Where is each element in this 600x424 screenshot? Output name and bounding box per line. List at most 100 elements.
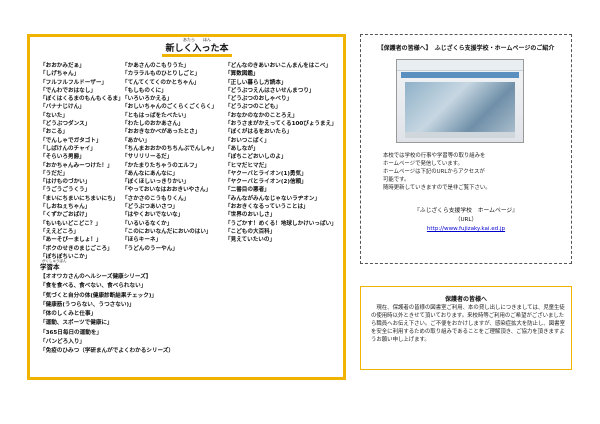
- notice-line: 可能です。: [383, 177, 410, 184]
- book-title-item: 「ないた」: [40, 112, 68, 119]
- book-title-item: 「運動、スポーツで健康に」: [40, 320, 113, 327]
- book-title-item: 【オオワカさんのヘルシーズ健康シリーズ】: [40, 274, 152, 280]
- book-title-item: 「どうぶつえんはさいせんまつり」: [225, 87, 315, 94]
- book-title-item: 「どうぶつのおしゃべり」: [225, 96, 293, 103]
- book-title-item: 「ヤクーバとライオン(1)勇気」: [225, 170, 307, 177]
- book-title-item: 「まいにちまいにちまいにち」: [40, 195, 119, 202]
- book-title-item: 「はけものづかい」: [40, 179, 91, 186]
- book-title-item: 「ともはっぱをたべたい」: [122, 112, 190, 119]
- book-title-item: 「いろいろかえる」: [122, 96, 173, 103]
- homepage-url-label: （URL）: [454, 217, 478, 223]
- notice-line: ホームページは下記のURLからアクセスが: [383, 169, 485, 176]
- book-title-item: 「健康筋(うつらない、うつさない)」: [40, 301, 135, 308]
- book-title-item: 「あかい」: [122, 137, 150, 144]
- book-title-item: 「みんながみんなじゃないラヂオン」: [225, 195, 321, 202]
- book-title-item: 「ヤクーバとライオン(2)信頼」: [225, 179, 307, 186]
- book-title-item: 「てんてくてくのかとちゃん」: [122, 79, 200, 86]
- guardians-notice-title: 保護者の皆様へ: [444, 296, 487, 303]
- notice-line: 随時更新していきますので是非ご覧下さい。: [383, 185, 491, 192]
- book-title-item: 「フルフルフルドーザー」: [40, 79, 108, 86]
- book-title-item: 「世界のおいしさ」: [225, 212, 276, 219]
- homepage-url-link[interactable]: http://www.fujizaky.kai.ed.jp: [361, 225, 571, 233]
- notice-line: 本校では学校の行事や学習等の取り組みを: [383, 153, 486, 159]
- book-title-item: 「おおかみだぁ」: [40, 63, 85, 69]
- book-title-item: 「どうぶつあいさつ」: [122, 204, 178, 211]
- guardians-notice-body: 現在、保護者の皆様の図書室ご利用、本の貸し出しにつきましては、児童生徒の使用時以…: [371, 305, 565, 343]
- book-column-1: 「おおかみだぁ」 「しげちゃん」 「フルフルフルドーザー」 「でんわでおはなし」「ぼく…: [40, 62, 132, 261]
- homepage-notice-body: 本校では学校の行事や学習等の取り組みを ホームページで発信しています。 ホームページ…: [383, 152, 561, 192]
- book-title-item: 「気づくと自分の体(健康診断結果チェック)」: [40, 292, 157, 299]
- book-title-item: 「しばけんのチャイ」: [40, 145, 96, 152]
- new-books-frame: あたら ほん 新しく入った本 「おおかみだぁ」 「しげちゃん」 「フルフルフルドーザ…: [27, 34, 346, 380]
- book-title-item: 「かあさんのこもりうた」: [122, 63, 190, 69]
- book-title-item: 「はやくおいでないな」: [122, 212, 184, 219]
- book-title-item: 「どうぶつダンス」: [40, 121, 91, 128]
- book-column-2: 「かあさんのこもりうた」「カララルものひとりしごと」 「てんてくてくのかとちゃん」…: [122, 62, 226, 253]
- book-title-item: 「バナナじけん」: [40, 104, 85, 111]
- book-title-item: 「うごうごうくう」: [40, 187, 91, 194]
- book-title-item: 「もいもいどこどこ？」: [40, 220, 101, 227]
- thumb-nav: [401, 72, 519, 78]
- book-title-item: 「二番目の悪者」: [225, 187, 270, 194]
- book-title-item: 「おかちゃんみーつけた！」: [40, 162, 113, 169]
- study-books-section: がくしゅうぼん 学習本 【オオワカさんのヘルシーズ健康シリーズ】 「食を食べる、食…: [40, 259, 174, 357]
- book-title-item: 「食を食べる、食べない、食べられない」: [40, 283, 147, 290]
- homepage-notice-title: 【保護者の皆様へ】 ふじざくら支援学校・ホームページのご紹介: [377, 45, 555, 52]
- book-title-item: 「ボクのせきのまじごころ」: [40, 245, 113, 252]
- book-title-item: 「ヒマだヒマだ」: [225, 162, 270, 169]
- book-title-item: 「あしなが」: [225, 145, 259, 152]
- book-title-item: 「しげちゃん」: [40, 71, 80, 78]
- book-title-item: 「このにおいなんだにおいのはい」: [122, 228, 212, 235]
- book-title-item: 「ぼくほしいっきりかい」: [122, 179, 190, 186]
- book-title-item: 「ぼくがはるをおいたら」: [225, 129, 293, 136]
- book-title-item: 「カララルものひとりしごと」: [122, 71, 201, 78]
- book-title-item: 「ぼくはくるまのもんもくるま」: [40, 96, 124, 103]
- book-title-item: 「おおきくなるっていうことは」: [225, 204, 309, 211]
- book-title-item: 「さかさのこうもりくん」: [122, 195, 190, 202]
- book-title-item: 「バンどろ入り」: [40, 339, 86, 346]
- book-title-item: 「しおねぇちゃん」: [40, 204, 91, 211]
- book-title-item: 「365日毎日の運動を」: [40, 329, 103, 336]
- book-title-item: 「こどもの大百科」: [225, 228, 276, 235]
- book-title-item: 「おいつこばく」: [225, 137, 270, 144]
- book-title-item: 「そらいろ男爵」: [40, 154, 85, 161]
- book-title-item: 「ええどころ」: [40, 228, 79, 235]
- book-title-item: 「算数図鑑」: [225, 71, 259, 78]
- book-title-item: 「おこる」: [40, 129, 68, 136]
- book-title-item: 「でんわでおはなし」: [40, 87, 96, 94]
- book-title-item: 「サリリリーるだ」: [122, 154, 173, 161]
- book-title-item: 「おうさまがかえってくる100びょうまえ」: [225, 121, 337, 128]
- new-books-heading: あたら ほん 新しく入った本: [158, 37, 236, 57]
- book-title-item: 「免疫のひみつ（学研まんがでよくわかるシリーズ）: [40, 348, 174, 355]
- book-title-item: 「いるいるなくか」: [122, 220, 173, 227]
- book-title-item: 「どうぶつのこども」: [225, 104, 281, 111]
- thumb-browser-bar: [397, 60, 523, 71]
- thumb-hero-image: [405, 82, 515, 132]
- book-title-item: 「正しい暮らし方読本」: [225, 79, 287, 86]
- title-underline: [162, 54, 232, 57]
- book-title-item: 「うだだ」: [40, 170, 68, 177]
- book-title-item: 「ぼちこどおいしのよ」: [225, 154, 287, 161]
- notice-line: ホームページで発信しています。: [383, 161, 463, 168]
- book-title-item: 「うどんのうーやん」: [122, 245, 178, 252]
- book-title-item: 「やっておいなはおおきいやさん」: [122, 187, 212, 194]
- study-books-list: 【オオワカさんのヘルシーズ健康シリーズ】 「食を食べる、食べない、食べられない」「…: [40, 273, 174, 357]
- book-title-item: 「どんなのきあいおいこんまんをはこべ」: [225, 63, 332, 69]
- book-title-item: 「見えていたいの」: [225, 237, 276, 244]
- book-title-item: 「あんなにあんなに」: [122, 170, 178, 177]
- book-title-item: 「わたしのおかあさん」: [122, 121, 184, 128]
- book-title-item: 「おしいちゃんのごくらくごくらく」: [122, 104, 218, 111]
- book-title-item: 「体のしくみと仕事」: [40, 311, 97, 318]
- thumb-footer: [405, 132, 515, 138]
- book-title-item: 「おなかのなかのことろえ」: [225, 112, 298, 119]
- book-title-item: 「ほらキーネ」: [122, 237, 162, 244]
- book-title-item: 「ちんまおおかのちちんぷでんしゃ」: [122, 145, 218, 152]
- book-title-item: 「おおきなかべがあったとさ」: [122, 129, 201, 136]
- guardians-notice-box: 保護者の皆様へ 現在、保護者の皆様の図書室ご利用、本の貸し出しにつきましては、児…: [360, 286, 572, 370]
- study-books-title: 学習本: [40, 263, 60, 271]
- book-title-item: 「もしものくに」: [122, 87, 167, 94]
- homepage-site-name: 『ふじざくら支援学校 ホームページ』: [413, 208, 519, 214]
- book-title-item: 「でんしゃでガタゴト」: [40, 137, 102, 144]
- homepage-screenshot: [396, 59, 524, 143]
- book-title-item: 「くずかごおばけ」: [40, 212, 91, 219]
